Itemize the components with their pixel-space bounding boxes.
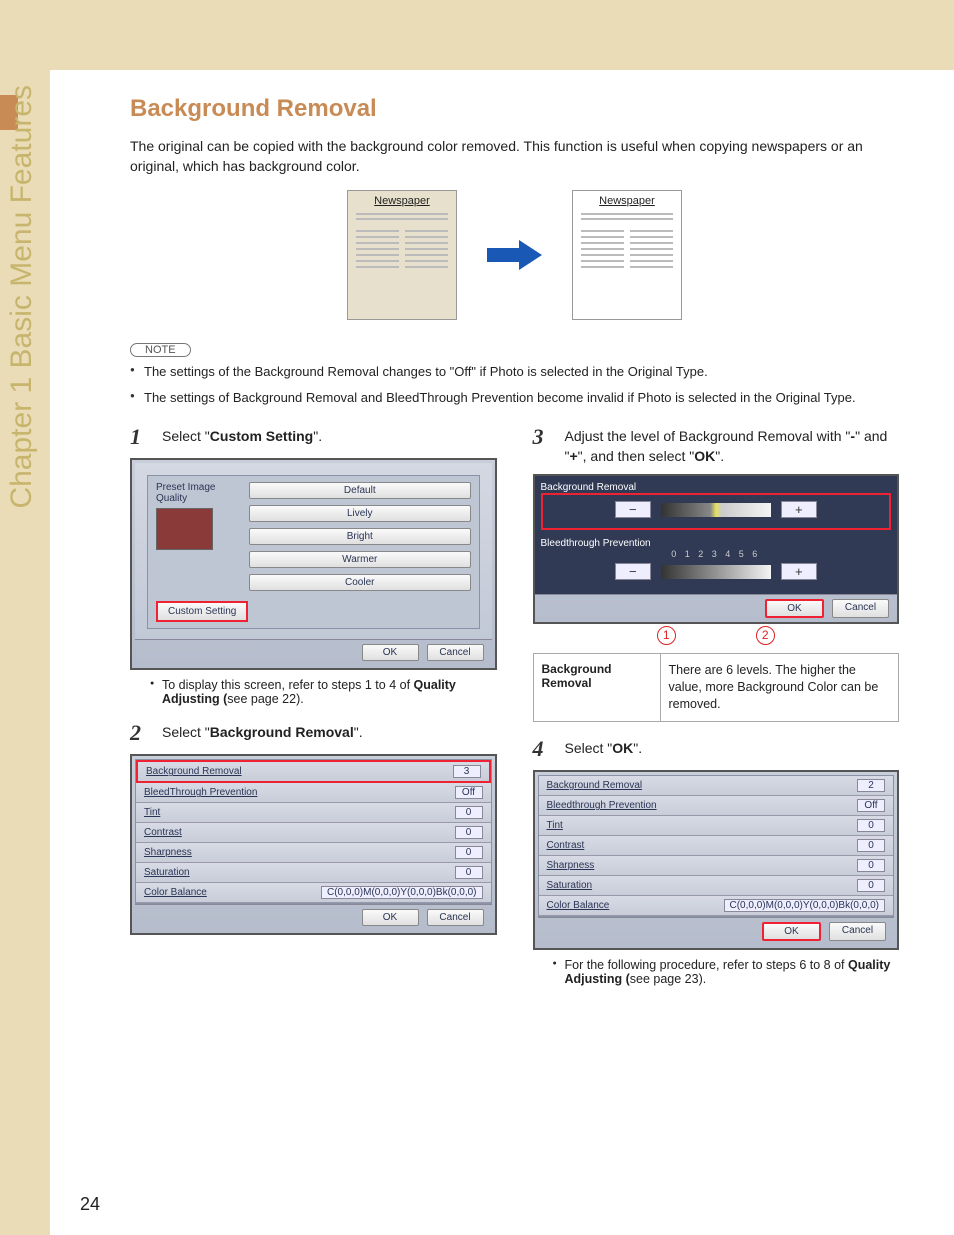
minus-button[interactable]: − (615, 563, 651, 580)
info-table: BackgroundRemoval There are 6 levels. Th… (533, 653, 900, 722)
arrow-icon (487, 238, 542, 272)
callout-2: 2 (756, 626, 775, 645)
step-subnote: For the following procedure, refer to st… (533, 958, 900, 986)
step-number: 2 (130, 720, 152, 746)
note-item: The settings of the Background Removal c… (130, 363, 899, 381)
adj-title: Bleedthrough Prevention (541, 538, 892, 549)
newspaper-label: Newspaper (348, 195, 456, 207)
step-number: 1 (130, 424, 152, 450)
cancel-button[interactable]: Cancel (829, 922, 886, 941)
preset-button[interactable]: Lively (249, 505, 471, 522)
ok-button[interactable]: OK (762, 922, 821, 941)
cancel-button[interactable]: Cancel (427, 644, 484, 661)
plus-button[interactable]: + (781, 563, 817, 580)
step-text: Adjust the level of Background Removal w… (565, 424, 900, 466)
adj-title: Background Removal (541, 482, 892, 493)
note-list: The settings of the Background Removal c… (130, 363, 899, 406)
cancel-button[interactable]: Cancel (832, 599, 889, 618)
page-number: 24 (80, 1194, 100, 1215)
ok-button[interactable]: OK (362, 909, 419, 926)
ok-button[interactable]: OK (362, 644, 419, 661)
newspaper-label: Newspaper (573, 195, 681, 207)
step-text: Select "Custom Setting". (162, 424, 497, 450)
settings-row[interactable]: Tint0 (539, 816, 894, 836)
newspaper-before: Newspaper (347, 190, 457, 320)
callout-numbers: 1 2 (533, 626, 900, 645)
step-text: Select "OK". (565, 736, 900, 762)
settings-row[interactable]: Contrast0 (136, 823, 491, 843)
step-number: 3 (533, 424, 555, 466)
settings-row[interactable]: Contrast0 (539, 836, 894, 856)
diagram-row: Newspaper Newspaper (130, 190, 899, 320)
screenshot-list-1: Background Removal3BleedThrough Preventi… (130, 754, 497, 935)
preset-swatch (156, 508, 213, 550)
screenshot-preset: Preset Image Quality Default Lively Brig… (130, 458, 497, 670)
adj-scale: 0 1 2 3 4 5 6 (541, 549, 892, 559)
preset-button[interactable]: Default (249, 482, 471, 499)
settings-row[interactable]: Background Removal2 (539, 776, 894, 796)
screenshot-list-2: Background Removal2Bleedthrough Preventi… (533, 770, 900, 950)
settings-row[interactable]: Bleedthrough PreventionOff (539, 796, 894, 816)
preset-button[interactable]: Bright (249, 528, 471, 545)
note-pill: NOTE (130, 343, 191, 357)
newspaper-after: Newspaper (572, 190, 682, 320)
custom-setting-button[interactable]: Custom Setting (156, 601, 248, 622)
preset-button[interactable]: Cooler (249, 574, 471, 591)
settings-row[interactable]: Color BalanceC(0,0,0)M(0,0,0)Y(0,0,0)Bk(… (136, 883, 491, 903)
minus-button[interactable]: − (615, 501, 651, 518)
settings-row[interactable]: Sharpness0 (539, 856, 894, 876)
intro-text: The original can be copied with the back… (130, 137, 899, 176)
screenshot-adjust: Background Removal − + Bleedthrough Prev… (533, 474, 900, 624)
settings-row[interactable]: BleedThrough PreventionOff (136, 783, 491, 803)
level-bar (661, 565, 771, 579)
step-subnote: To display this screen, refer to steps 1… (130, 678, 497, 706)
settings-row[interactable]: Saturation0 (136, 863, 491, 883)
preset-button[interactable]: Warmer (249, 551, 471, 568)
plus-button[interactable]: + (781, 501, 817, 518)
settings-row[interactable]: Color BalanceC(0,0,0)M(0,0,0)Y(0,0,0)Bk(… (539, 896, 894, 916)
step-text: Select "Background Removal". (162, 720, 497, 746)
note-item: The settings of Background Removal and B… (130, 389, 899, 407)
step-number: 4 (533, 736, 555, 762)
settings-row[interactable]: Tint0 (136, 803, 491, 823)
settings-row[interactable]: Background Removal3 (136, 760, 491, 783)
chapter-tab: Chapter 1 Basic Menu Features (5, 85, 39, 509)
callout-1: 1 (657, 626, 676, 645)
settings-row[interactable]: Saturation0 (539, 876, 894, 896)
level-bar (661, 503, 771, 517)
settings-row[interactable]: Sharpness0 (136, 843, 491, 863)
cancel-button[interactable]: Cancel (427, 909, 484, 926)
page-title: Background Removal (130, 95, 899, 123)
ok-button[interactable]: OK (765, 599, 824, 618)
preset-title: Preset Image Quality (156, 482, 241, 504)
